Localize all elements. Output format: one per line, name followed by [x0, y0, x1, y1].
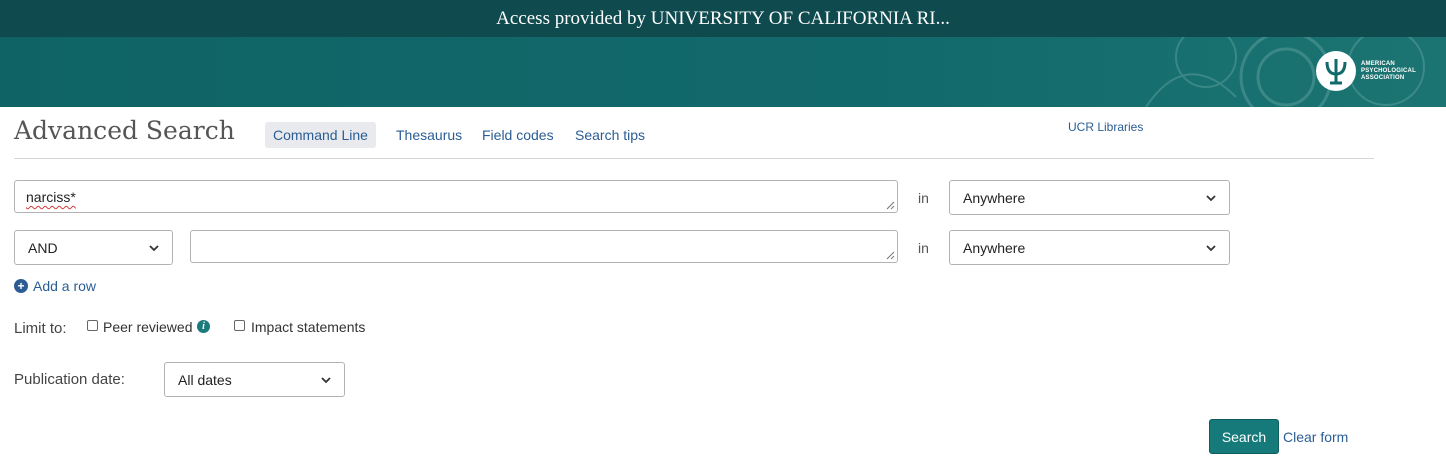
search-term-value-1: narciss* — [26, 189, 76, 205]
impact-statements-label[interactable]: Impact statements — [251, 319, 365, 335]
impact-statements-checkbox[interactable] — [234, 320, 245, 331]
header-divider — [14, 158, 1374, 159]
header-banner: AMERICAN PSYCHOLOGICAL ASSOCIATION — [0, 37, 1446, 107]
field-select-1-value: Anywhere — [963, 189, 1026, 206]
publication-date-value: All dates — [178, 371, 232, 388]
field-select-2[interactable]: Anywhere — [949, 230, 1230, 265]
info-icon[interactable]: i — [197, 320, 210, 333]
add-row-button[interactable]: + Add a row — [14, 278, 96, 294]
tab-search-tips[interactable]: Search tips — [575, 122, 645, 148]
page-title: Advanced Search — [14, 116, 235, 145]
field-select-1[interactable]: Anywhere — [949, 180, 1230, 215]
tab-field-codes[interactable]: Field codes — [482, 122, 554, 148]
peer-reviewed-checkbox[interactable] — [87, 320, 98, 331]
access-text: Access provided by UNIVERSITY OF CALIFOR… — [496, 7, 950, 29]
add-row-label: Add a row — [33, 278, 97, 294]
chevron-down-icon — [1206, 244, 1216, 251]
search-term-input-2[interactable] — [190, 230, 898, 263]
search-term-input-1[interactable]: narciss* — [14, 180, 898, 213]
in-label-2: in — [918, 240, 929, 256]
in-label-1: in — [918, 190, 929, 206]
apa-logo-text: AMERICAN PSYCHOLOGICAL ASSOCIATION — [1361, 60, 1416, 81]
clear-form-link[interactable]: Clear form — [1283, 429, 1348, 445]
apa-logo[interactable]: AMERICAN PSYCHOLOGICAL ASSOCIATION — [1316, 51, 1431, 91]
search-button[interactable]: Search — [1209, 419, 1279, 454]
plus-circle-icon: + — [14, 279, 28, 293]
tab-thesaurus[interactable]: Thesaurus — [396, 122, 462, 148]
publication-date-select[interactable]: All dates — [164, 362, 345, 397]
access-banner: Access provided by UNIVERSITY OF CALIFOR… — [0, 0, 1446, 37]
peer-reviewed-label[interactable]: Peer reviewed — [103, 319, 193, 335]
tab-command-line[interactable]: Command Line — [265, 122, 376, 148]
resize-grip-icon[interactable] — [886, 251, 895, 260]
institution-link[interactable]: UCR Libraries — [1068, 120, 1143, 134]
chevron-down-icon — [149, 244, 159, 251]
resize-grip-icon[interactable] — [886, 201, 895, 210]
limit-to-label: Limit to: — [14, 320, 67, 337]
boolean-operator-select[interactable]: AND — [14, 230, 173, 265]
publication-date-label: Publication date: — [14, 371, 125, 388]
chevron-down-icon — [1206, 194, 1216, 201]
field-select-2-value: Anywhere — [963, 239, 1026, 256]
boolean-operator-value: AND — [28, 239, 58, 256]
psi-icon — [1316, 51, 1356, 91]
chevron-down-icon — [321, 376, 331, 383]
